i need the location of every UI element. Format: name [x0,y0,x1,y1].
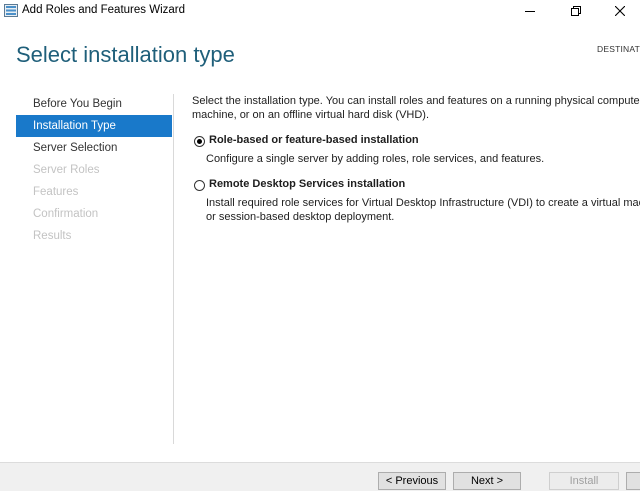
install-button: Install [549,472,619,490]
minimize-button[interactable] [508,0,552,22]
nav-item-confirmation: Confirmation [33,208,99,220]
intro-text-line-1: Select the installation type. You can in… [192,95,640,107]
minimize-icon [525,11,535,12]
close-icon [615,6,625,16]
nav-divider [173,94,174,444]
previous-button[interactable]: < Previous [378,472,446,490]
maximize-button[interactable] [554,0,598,22]
option-remote-desktop-label[interactable]: Remote Desktop Services installation [209,178,405,190]
page-title: Select installation type [16,42,235,67]
footer-bar [0,462,640,491]
option-remote-desktop-description-line-1: Install required role services for Virtu… [206,197,640,209]
option-remote-desktop-description: Install required role services for Virtu… [206,196,640,224]
option-role-based-label[interactable]: Role-based or feature-based installation [209,134,419,146]
window-title: Add Roles and Features Wizard [22,4,185,16]
server-manager-icon [4,4,18,17]
option-role-based-description: Configure a single server by adding role… [206,152,544,166]
nav-item-server-selection[interactable]: Server Selection [16,137,172,159]
nav-item-before-you-begin[interactable]: Before You Begin [16,93,172,115]
option-role-based-description-line-1: Configure a single server by adding role… [206,153,545,165]
close-button[interactable] [598,0,640,22]
maximize-icon [571,6,581,16]
intro-text-line-2: machine, or on an offline virtual hard d… [192,109,430,121]
title-bar: Add Roles and Features Wizard [0,0,640,22]
option-remote-desktop-description-line-2: or session-based desktop deployment. [206,211,395,223]
nav-item-features: Features [33,186,79,198]
content-panel: Select the installation type. You can in… [192,94,640,223]
cancel-button[interactable] [626,472,640,490]
radio-remote-desktop[interactable] [194,180,205,191]
next-button[interactable]: Next > [453,472,521,490]
nav-item-results: Results [33,230,72,242]
nav-item-server-roles: Server Roles [33,164,100,176]
nav-item-installation-type[interactable]: Installation Type [16,115,172,137]
destination-server-label: DESTINATI [597,44,640,54]
radio-role-based[interactable] [194,136,205,147]
wizard-nav: Before You Begin Installation Type Serve… [16,93,172,247]
